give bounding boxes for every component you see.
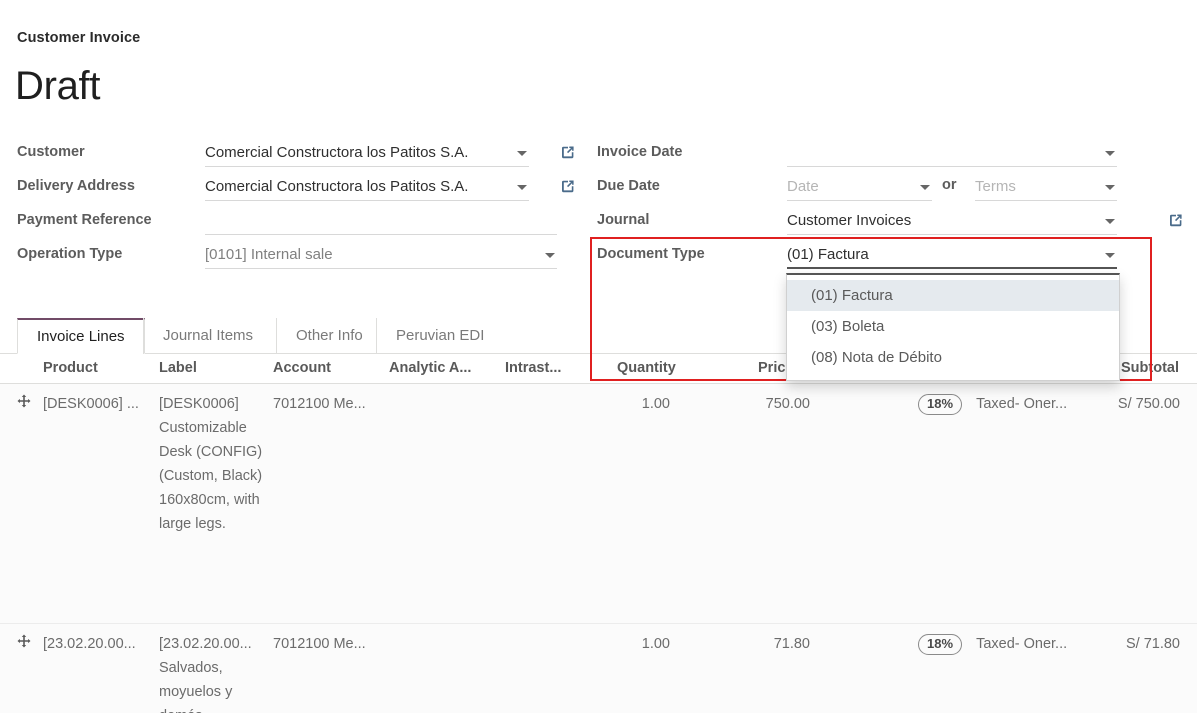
field-row-invoice-date: Invoice Date	[597, 141, 1177, 175]
label-payment-reference: Payment Reference	[17, 212, 152, 228]
cell-price[interactable]: 71.80	[700, 632, 810, 656]
field-invoice-date[interactable]	[787, 141, 1117, 168]
field-due-date[interactable]: Date	[787, 175, 932, 201]
journal-input-value[interactable]: Customer Invoices	[787, 210, 1095, 231]
cell-label[interactable]: [23.02.20.00... Salvados, moyuelos y dem…	[159, 632, 264, 713]
field-journal[interactable]: Customer Invoices	[787, 209, 1117, 236]
due-date-input-placeholder[interactable]: Date	[787, 176, 910, 197]
label-operation-type: Operation Type	[17, 246, 122, 262]
field-row-due-date: Due Date Date or Terms	[597, 175, 1177, 209]
field-payment-reference[interactable]	[205, 209, 557, 236]
table-row[interactable]: [23.02.20.00... [23.02.20.00... Salvados…	[0, 624, 1197, 713]
field-payment-terms[interactable]: Terms	[975, 175, 1117, 201]
document-type-input-value[interactable]: (01) Factura	[787, 244, 1095, 265]
field-due-date-group: Date or Terms	[787, 175, 1155, 202]
tax-name: Taxed- Oner...	[976, 396, 1067, 412]
column-header-label[interactable]: Label	[159, 360, 197, 376]
operation-type-input-value[interactable]: [0101] Internal sale	[205, 244, 535, 265]
column-header-price[interactable]: Pric	[758, 360, 785, 376]
chevron-down-icon[interactable]	[545, 253, 555, 258]
chevron-down-icon[interactable]	[1105, 151, 1115, 156]
tab-other-info[interactable]: Other Info	[276, 318, 382, 354]
tax-badge: 18%	[918, 634, 962, 655]
due-date-or-label: or	[942, 177, 957, 193]
field-document-type[interactable]: (01) Factura	[787, 243, 1117, 270]
dropdown-option-nota-de-debito[interactable]: (08) Nota de Débito	[787, 342, 1119, 373]
external-link-icon-delivery-address[interactable]	[559, 177, 577, 195]
cell-product[interactable]: [23.02.20.00...	[43, 632, 153, 656]
customer-input-value[interactable]: Comercial Constructora los Patitos S.A.	[205, 142, 507, 163]
field-operation-type[interactable]: [0101] Internal sale	[205, 243, 557, 270]
chevron-down-icon[interactable]	[517, 151, 527, 156]
tab-journal-items[interactable]: Journal Items	[143, 318, 272, 354]
column-header-intrastat[interactable]: Intrast...	[505, 360, 561, 376]
cell-quantity[interactable]: 1.00	[560, 632, 670, 656]
tab-peruvian-edi[interactable]: Peruvian EDI	[376, 318, 503, 354]
table-row[interactable]: [DESK0006] ... [DESK0006] Customizable D…	[0, 384, 1197, 624]
payment-terms-input-placeholder[interactable]: Terms	[975, 176, 1095, 197]
field-row-payment-reference: Payment Reference	[17, 209, 577, 243]
chevron-down-icon[interactable]	[517, 185, 527, 190]
field-delivery-address[interactable]: Comercial Constructora los Patitos S.A.	[205, 175, 529, 202]
external-link-icon-journal[interactable]	[1167, 211, 1185, 229]
cell-quantity[interactable]: 1.00	[560, 392, 670, 416]
label-due-date: Due Date	[597, 178, 660, 194]
invoice-lines-table: Product Label Account Analytic A... Intr…	[0, 354, 1197, 713]
cell-product[interactable]: [DESK0006] ...	[43, 392, 153, 416]
cell-label[interactable]: [DESK0006] Customizable Desk (CONFIG) (C…	[159, 392, 264, 536]
field-row-operation-type: Operation Type [0101] Internal sale	[17, 243, 577, 277]
field-row-journal: Journal Customer Invoices	[597, 209, 1177, 243]
tax-name: Taxed- Oner...	[976, 636, 1067, 652]
cell-subtotal[interactable]: S/ 71.80	[1070, 632, 1180, 656]
field-row-customer: Customer Comercial Constructora los Pati…	[17, 141, 577, 175]
document-type-dropdown[interactable]: (01) Factura (03) Boleta (08) Nota de Dé…	[786, 273, 1120, 381]
invoice-form-page: Customer Invoice Draft Customer Comercia…	[0, 0, 1197, 713]
drag-handle-icon[interactable]	[17, 394, 31, 412]
field-customer[interactable]: Comercial Constructora los Patitos S.A.	[205, 141, 529, 168]
drag-handle-icon[interactable]	[17, 634, 31, 652]
chevron-down-icon[interactable]	[920, 185, 930, 190]
cell-account[interactable]: 7012100 Me...	[273, 392, 383, 416]
cell-subtotal[interactable]: S/ 750.00	[1070, 392, 1180, 416]
column-header-subtotal[interactable]: Subtotal	[1121, 360, 1179, 376]
cell-taxes[interactable]: 18% Taxed- Oner...	[918, 632, 1067, 656]
dropdown-option-boleta[interactable]: (03) Boleta	[787, 311, 1119, 342]
field-row-document-type: Document Type (01) Factura	[597, 243, 1177, 277]
label-invoice-date: Invoice Date	[597, 144, 682, 160]
chevron-down-icon[interactable]	[1105, 219, 1115, 224]
delivery-address-input-value[interactable]: Comercial Constructora los Patitos S.A.	[205, 176, 507, 197]
breadcrumb[interactable]: Customer Invoice	[17, 30, 140, 46]
label-delivery-address: Delivery Address	[17, 178, 135, 194]
form-column-right: Invoice Date Due Date Date	[597, 141, 1177, 277]
external-link-icon-customer[interactable]	[559, 143, 577, 161]
field-row-delivery-address: Delivery Address Comercial Constructora …	[17, 175, 577, 209]
cell-price[interactable]: 750.00	[700, 392, 810, 416]
dropdown-option-factura[interactable]: (01) Factura	[787, 280, 1119, 311]
label-document-type: Document Type	[597, 246, 705, 262]
column-header-account[interactable]: Account	[273, 360, 331, 376]
cell-taxes[interactable]: 18% Taxed- Oner...	[918, 392, 1067, 416]
form-column-left: Customer Comercial Constructora los Pati…	[17, 141, 577, 277]
chevron-down-icon[interactable]	[1105, 185, 1115, 190]
tab-invoice-lines[interactable]: Invoice Lines	[17, 318, 145, 354]
tax-badge: 18%	[918, 394, 962, 415]
column-header-product[interactable]: Product	[43, 360, 98, 376]
label-journal: Journal	[597, 212, 649, 228]
column-header-quantity[interactable]: Quantity	[617, 360, 676, 376]
chevron-down-icon[interactable]	[1105, 253, 1115, 258]
cell-account[interactable]: 7012100 Me...	[273, 632, 383, 656]
column-header-analytic[interactable]: Analytic A...	[389, 360, 471, 376]
label-customer: Customer	[17, 144, 85, 160]
page-title: Draft	[15, 62, 100, 110]
